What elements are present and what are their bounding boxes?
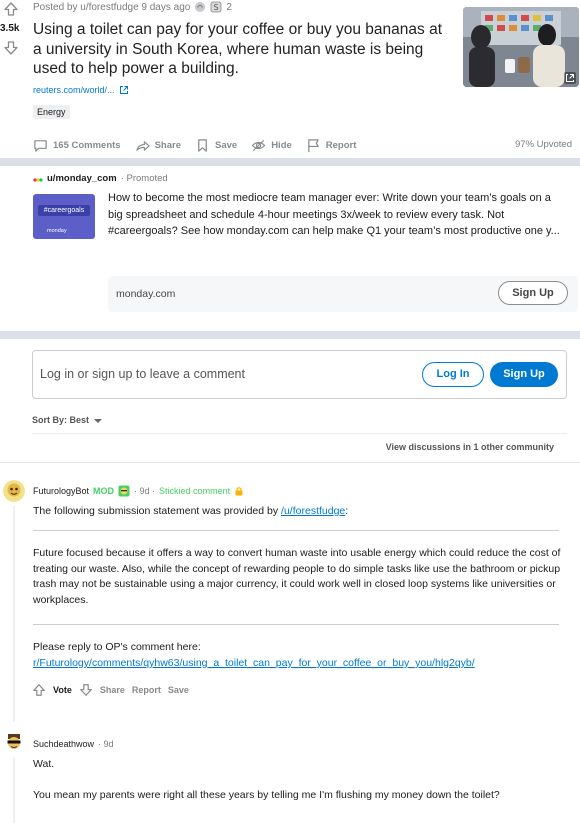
thread-line[interactable] — [13, 506, 15, 722]
downvote-arrow-icon[interactable] — [3, 40, 19, 56]
promoted-header: u/monday_com · Promoted — [33, 173, 168, 184]
sort-dropdown[interactable]: Sort By: Best — [32, 415, 103, 425]
comment-rule — [33, 624, 559, 625]
signup-button[interactable]: Sign Up — [490, 362, 558, 387]
avatar[interactable] — [3, 731, 25, 753]
expand-icon[interactable] — [564, 72, 576, 84]
comment-header: Suchdeathwow · 9d — [33, 739, 114, 749]
upvote-ratio: 97% Upvoted — [514, 139, 572, 150]
upvote-arrow-icon[interactable] — [3, 1, 19, 17]
sort-divider — [32, 433, 567, 434]
comment-rule — [33, 530, 559, 531]
post-thumbnail[interactable] — [463, 7, 579, 87]
comment-text: You mean my parents were right all these… — [33, 789, 500, 801]
avatar[interactable] — [3, 480, 25, 502]
promoted-image-hashtag: #careergoals — [38, 205, 90, 216]
login-button[interactable]: Log In — [422, 362, 484, 387]
comment-text: Wat. — [33, 758, 55, 770]
comment-intro-end: : — [345, 505, 349, 517]
promoted-domain[interactable]: monday.com — [116, 288, 175, 300]
promoted-user[interactable]: u/monday_com — [47, 173, 117, 184]
save-button[interactable]: Save — [195, 138, 237, 153]
comment-share-button[interactable]: Share — [100, 685, 125, 695]
post-flair[interactable]: Energy — [33, 105, 70, 119]
section-divider — [0, 158, 580, 166]
hide-eye-icon — [251, 138, 266, 153]
post-meta: Posted by u/forestfudge 9 days ago S 2 — [33, 1, 232, 13]
comment-author[interactable]: Suchdeathwow — [33, 739, 94, 749]
comment-report-button[interactable]: Report — [132, 685, 161, 695]
post-card: 3.5k Posted by u/forestfudge 9 days ago … — [0, 0, 580, 158]
award-count: 2 — [226, 1, 232, 13]
comment-user-link[interactable]: /u/forestfudge — [281, 505, 345, 517]
stickied-label: Stickied comment — [159, 486, 231, 496]
comment-save-button[interactable]: Save — [168, 685, 189, 695]
promoted-signup-button[interactable]: Sign Up — [498, 281, 568, 305]
share-button[interactable]: Share — [135, 138, 181, 153]
comment-reply-link[interactable]: r/Futurology/comments/qyhw63/using_a_toi… — [33, 657, 475, 669]
vote-label: Vote — [53, 685, 72, 695]
downvote-arrow-icon[interactable] — [79, 683, 93, 697]
comment-icon — [33, 138, 48, 153]
monday-logo-icon — [33, 175, 43, 183]
comments-divider — [0, 462, 580, 463]
comments-button[interactable]: 165 Comments — [33, 138, 121, 153]
promoted-image-brand: monday — [47, 228, 67, 234]
report-button[interactable]: Report — [306, 138, 357, 153]
comment-reply-prompt: Please reply to OP's comment here: — [33, 641, 201, 653]
share-icon — [135, 138, 150, 153]
award-silver-icon[interactable] — [194, 1, 206, 13]
external-link-icon — [119, 85, 129, 95]
hide-button[interactable]: Hide — [251, 138, 292, 153]
comment-login-box: Log in or sign up to leave a comment Log… — [32, 350, 567, 399]
share-label: Share — [154, 139, 181, 151]
comment-action-bar: Vote Share Report Save — [32, 683, 189, 697]
promoted-text[interactable]: How to become the most mediocre team man… — [108, 190, 563, 240]
award-coin-icon[interactable]: S — [210, 1, 222, 13]
caret-down-icon — [94, 418, 103, 423]
lock-icon — [234, 486, 244, 496]
view-discussions-link[interactable]: View discussions in 1 other community — [386, 442, 554, 452]
section-divider — [0, 331, 580, 339]
comment-paragraph: Future focused because it offers a way t… — [33, 547, 561, 606]
bookmark-icon — [195, 138, 210, 153]
post-meta-text: Posted by u/forestfudge 9 days ago — [33, 1, 191, 13]
comment-author[interactable]: FuturologyBot — [33, 486, 89, 496]
comment-header: FuturologyBot MOD · 9d · Stickied commen… — [33, 485, 244, 497]
post-title[interactable]: Using a toilet can pay for your coffee o… — [33, 20, 453, 79]
svg-text:S: S — [214, 3, 219, 12]
post-link[interactable]: reuters.com/world/... — [33, 85, 129, 95]
promoted-link-box[interactable]: monday.com Sign Up — [108, 276, 578, 312]
comment-time: · 9d — [98, 739, 114, 749]
promoted-image[interactable]: #careergoals monday — [33, 194, 95, 239]
post-score: 3.5k — [0, 23, 20, 34]
flag-icon — [306, 138, 321, 153]
comment-intro: The following submission statement was p… — [33, 504, 563, 520]
comment-reply-block: r/Futurology/comments/qyhw63/using_a_toi… — [33, 656, 563, 672]
post-link-domain[interactable]: reuters.com/world/... — [33, 85, 115, 95]
comments-label: 165 Comments — [53, 139, 121, 151]
mod-flair-icon — [118, 485, 130, 497]
comment-intro-text: The following submission statement was p… — [33, 505, 279, 517]
report-label: Report — [325, 139, 357, 151]
sort-label: Sort By: Best — [32, 415, 90, 425]
promoted-post: u/monday_com · Promoted #careergoals mon… — [0, 167, 580, 325]
promoted-tag: · Promoted — [120, 173, 168, 184]
comment-time: · 9d · — [134, 486, 156, 496]
upvote-arrow-icon[interactable] — [32, 683, 46, 697]
thread-line[interactable] — [13, 757, 15, 823]
mod-badge: MOD — [93, 486, 115, 496]
save-label: Save — [215, 139, 238, 151]
hide-label: Hide — [271, 139, 292, 151]
post-action-bar: 165 Comments Share Save Hide Report — [33, 135, 356, 155]
comment-login-prompt: Log in or sign up to leave a comment — [40, 367, 245, 381]
